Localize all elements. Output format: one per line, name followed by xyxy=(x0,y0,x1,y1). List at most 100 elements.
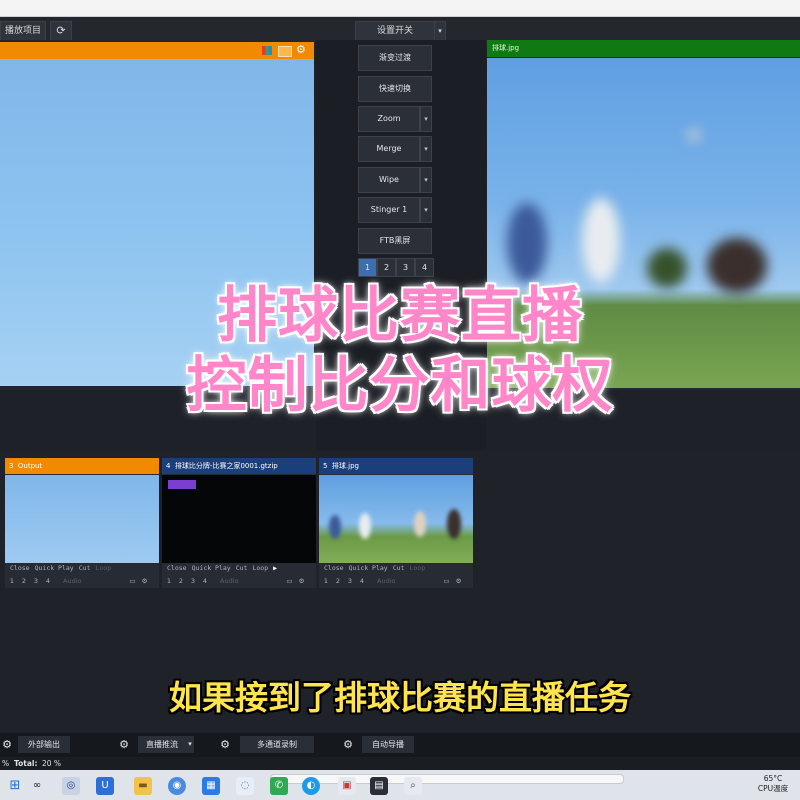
cut-button[interactable]: Cut xyxy=(393,564,405,572)
cut-button[interactable]: Cut xyxy=(236,564,248,572)
app-u-icon[interactable]: ◎ xyxy=(62,777,80,795)
close-button[interactable]: Close xyxy=(167,564,187,572)
transition-button-5[interactable]: Wipe xyxy=(358,167,420,193)
gear-icon[interactable]: ⚙ xyxy=(0,736,14,753)
horizontal-scrollbar[interactable] xyxy=(270,774,624,784)
quick-play-button[interactable]: Quick Play xyxy=(35,564,74,572)
chevron-down-icon[interactable]: ▾ xyxy=(420,106,432,132)
transition-button-6[interactable]: Stinger 1 xyxy=(358,197,420,223)
overlay-2-button[interactable]: 2 xyxy=(19,577,29,585)
chrome-icon[interactable]: ◉ xyxy=(168,777,186,795)
input-card-4[interactable]: 4 排球比分牌-比赛之家0001.gtzip Close Quick Play Cu… xyxy=(162,458,316,588)
transition-button-3[interactable]: Zoom xyxy=(358,106,420,132)
vmix-icon[interactable]: U xyxy=(96,777,114,795)
app3-icon[interactable]: ▤ xyxy=(370,777,388,795)
chevron-down-icon[interactable]: ▾ xyxy=(420,136,432,162)
file-explorer-icon[interactable]: ▬ xyxy=(134,777,152,795)
overlay-2-button[interactable]: 2 xyxy=(176,577,186,585)
page-3-button[interactable]: 3 xyxy=(396,258,415,277)
overlay-2-button[interactable]: 2 xyxy=(333,577,343,585)
status-bar: % Total: 20 % xyxy=(0,757,800,770)
transition-button-2[interactable]: 快速切换 xyxy=(358,76,432,102)
page-4-button[interactable]: 4 xyxy=(415,258,434,277)
overlay-title-line2: 控制比分和球权 xyxy=(185,351,614,422)
settings-select[interactable]: 设置开关 xyxy=(355,21,435,41)
overlay-1-button[interactable]: 1 xyxy=(321,577,331,585)
chevron-down-icon[interactable]: ▾ xyxy=(186,736,194,753)
loop-button[interactable]: Loop xyxy=(409,564,425,572)
input-thumbnail xyxy=(162,475,316,563)
color-bars-icon[interactable] xyxy=(262,46,272,55)
play-list-button[interactable]: 播放项目 xyxy=(0,21,46,41)
windows-icon[interactable]: ⊞ xyxy=(6,777,24,795)
chevron-down-icon[interactable]: ▾ xyxy=(420,197,432,223)
loop-button[interactable]: Loop xyxy=(95,564,111,572)
close-button[interactable]: Close xyxy=(10,564,30,572)
input-thumbnail xyxy=(319,475,473,563)
quick-play-button[interactable]: Quick Play xyxy=(192,564,231,572)
grid-icon[interactable] xyxy=(278,46,292,57)
overlay-4-button[interactable]: 4 xyxy=(357,577,367,585)
chevron-down-icon[interactable]: ▾ xyxy=(434,21,446,41)
input-header: 4 排球比分牌-比赛之家0001.gtzip xyxy=(162,458,316,474)
close-button[interactable]: Close xyxy=(324,564,344,572)
overlay-title-line1: 排球比赛直播 xyxy=(216,281,584,352)
app2-icon[interactable]: ▣ xyxy=(338,777,356,795)
monitor-icon[interactable]: ▭ xyxy=(127,577,137,585)
overlay-3-button[interactable]: 3 xyxy=(188,577,198,585)
transition-button-7[interactable]: FTB黑屏 xyxy=(358,228,432,254)
overlay-1-button[interactable]: 1 xyxy=(164,577,174,585)
input-card-3[interactable]: 3 Output Close Quick Play Cut Loop 1 2 3 4 Audi… xyxy=(5,458,159,588)
input-controls: Close Quick Play Cut Loop xyxy=(319,564,473,575)
input-overlay-numbers: 1 2 3 4 Audio ▭ ⚙ xyxy=(162,577,316,589)
overlay-4-button[interactable]: 4 xyxy=(43,577,53,585)
input-overlay-numbers: 1 2 3 4 Audio ▭ ⚙ xyxy=(319,577,473,589)
task-view-icon[interactable]: ∞ xyxy=(28,777,46,795)
streaming-button[interactable]: 直播推流 xyxy=(138,736,186,753)
edge-icon[interactable]: ◐ xyxy=(302,777,320,795)
external-output-button[interactable]: 外部输出 xyxy=(18,736,70,753)
gear-icon[interactable]: ⚙ xyxy=(338,736,358,753)
top-toolbar: 播放项目 ⟳ 设置开关 ▾ xyxy=(0,17,800,42)
wechat-icon[interactable]: ✆ xyxy=(270,777,288,795)
transition-button-1[interactable]: 渐变过渡 xyxy=(358,45,432,71)
gear-icon[interactable]: ⚙ xyxy=(114,736,134,753)
status-total-label: Total: xyxy=(14,759,38,768)
app-icon[interactable]: ◌ xyxy=(236,777,254,795)
transition-button-4[interactable]: Merge xyxy=(358,136,420,162)
audio-button[interactable]: Audio xyxy=(220,577,238,585)
overlay-3-button[interactable]: 3 xyxy=(31,577,41,585)
scoreboard-graphic xyxy=(168,480,196,489)
page-2-button[interactable]: 2 xyxy=(377,258,396,277)
audio-button[interactable]: Audio xyxy=(377,577,395,585)
loop-button[interactable]: Loop xyxy=(252,564,268,572)
search-icon[interactable]: ⌕ xyxy=(404,777,422,795)
cut-button[interactable]: Cut xyxy=(79,564,91,572)
quick-play-button[interactable]: Quick Play xyxy=(349,564,388,572)
input-controls: Close Quick Play Cut Loop xyxy=(5,564,159,575)
play-icon[interactable]: ▶ xyxy=(273,564,277,572)
gear-icon[interactable]: ⚙ xyxy=(139,577,149,585)
input-card-5[interactable]: 5 排球.jpg Close Quick Play Cut Loop 1 2 3 4 Audi… xyxy=(319,458,473,588)
page-1-button[interactable]: 1 xyxy=(358,258,377,277)
monitor-icon[interactable]: ▭ xyxy=(441,577,451,585)
window-top-strip xyxy=(0,0,800,17)
audio-button[interactable]: Audio xyxy=(63,577,81,585)
monitor-icon[interactable]: ▭ xyxy=(284,577,294,585)
input-controls: Close Quick Play Cut Loop ▶ xyxy=(162,564,316,575)
refresh-icon[interactable]: ⟳ xyxy=(50,21,72,41)
input-overlay-numbers: 1 2 3 4 Audio ▭ ⚙ xyxy=(5,577,159,589)
overlay-4-button[interactable]: 4 xyxy=(200,577,210,585)
store-icon[interactable]: ▦ xyxy=(202,777,220,795)
overlay-3-button[interactable]: 3 xyxy=(345,577,355,585)
program-header: 排球.jpg xyxy=(487,40,800,57)
preview-header: ⚙ xyxy=(0,42,314,59)
gear-icon[interactable]: ⚙ xyxy=(296,43,306,56)
chevron-down-icon[interactable]: ▾ xyxy=(420,167,432,193)
gear-icon[interactable]: ⚙ xyxy=(296,577,306,585)
multi-record-button[interactable]: 多通道录制 xyxy=(240,736,314,753)
gear-icon[interactable]: ⚙ xyxy=(215,736,235,753)
auto-director-button[interactable]: 自动导播 xyxy=(362,736,414,753)
overlay-1-button[interactable]: 1 xyxy=(7,577,17,585)
gear-icon[interactable]: ⚙ xyxy=(453,577,463,585)
